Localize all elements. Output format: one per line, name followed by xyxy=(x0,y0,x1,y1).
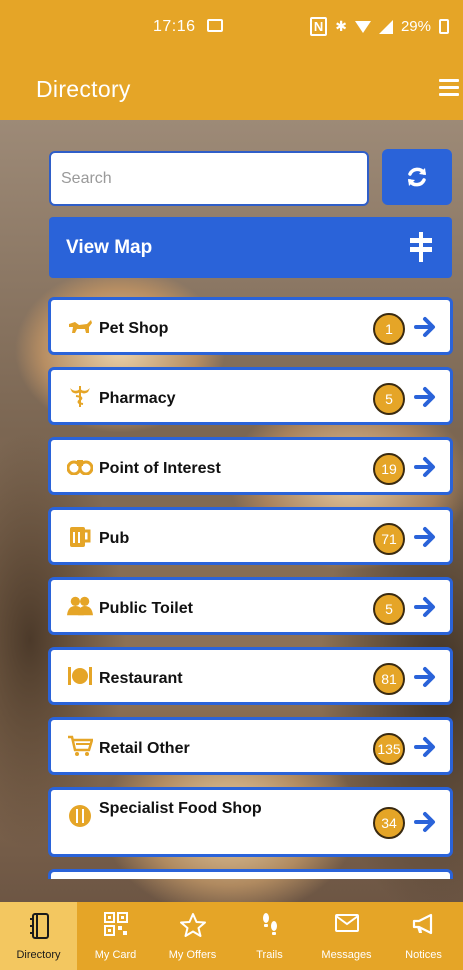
footprints-icon xyxy=(262,913,277,935)
list-item[interactable]: Pub 71 xyxy=(48,507,453,565)
count-badge: 34 xyxy=(373,807,405,839)
count-badge: 1 xyxy=(373,313,405,345)
arrow-right-icon[interactable] xyxy=(413,735,437,759)
arrow-right-icon[interactable] xyxy=(413,385,437,409)
view-map-button[interactable]: View Map xyxy=(49,217,452,278)
arrow-right-icon[interactable] xyxy=(413,315,437,339)
battery-percent: 29% xyxy=(400,18,431,35)
nav-item-trails[interactable]: Trails xyxy=(231,902,308,970)
list-item[interactable]: Point of Interest 19 xyxy=(48,437,453,495)
food-shop-icon xyxy=(67,804,93,828)
count-badge: 5 xyxy=(373,593,405,625)
plate-cutlery-icon xyxy=(67,664,93,688)
count-badge: 19 xyxy=(373,453,405,485)
nav-label: My Card xyxy=(94,949,137,961)
arrow-right-icon[interactable] xyxy=(413,595,437,619)
battery-icon xyxy=(439,19,449,34)
arrow-right-icon[interactable] xyxy=(413,665,437,689)
count-badge: 135 xyxy=(373,733,405,765)
envelope-icon xyxy=(334,914,359,932)
arrow-right-icon[interactable] xyxy=(413,455,437,479)
wifi-icon xyxy=(354,20,371,33)
megaphone-icon xyxy=(412,913,432,935)
item-label: Pub xyxy=(99,530,130,547)
bottom-navigation: Directory My Card My Offers Trails Messa… xyxy=(0,902,463,970)
count-badge: 5 xyxy=(373,383,405,415)
item-label: Pet Shop xyxy=(99,320,169,337)
shopping-cart-icon xyxy=(67,734,93,758)
search-input[interactable] xyxy=(49,151,369,206)
dog-icon xyxy=(67,314,93,338)
signal-icon xyxy=(378,19,393,34)
nav-label: Directory xyxy=(16,949,61,961)
nav-label: Trails xyxy=(256,949,283,961)
list-item[interactable]: Pharmacy 5 xyxy=(48,367,453,425)
list-item[interactable]: Retail Other 135 xyxy=(48,717,453,775)
list-item[interactable]: Specialist Food Shop 34 xyxy=(48,787,453,857)
list-item[interactable]: Restaurant 81 xyxy=(48,647,453,705)
notification-icon xyxy=(207,19,223,32)
nav-item-directory[interactable]: Directory xyxy=(0,902,77,970)
nav-label: My Offers xyxy=(168,949,217,961)
item-label: Point of Interest xyxy=(99,460,221,477)
item-label: Public Toilet xyxy=(99,600,193,617)
refresh-icon xyxy=(408,167,426,187)
qr-code-icon xyxy=(103,912,128,936)
status-time: 17:16 xyxy=(153,18,196,35)
beer-mug-icon xyxy=(67,524,93,548)
list-item[interactable]: Public Toilet 5 xyxy=(48,577,453,635)
nfc-icon: N xyxy=(309,17,328,36)
item-label: Specialist Food Shop xyxy=(99,800,262,817)
nav-label: Messages xyxy=(321,949,372,961)
binoculars-icon xyxy=(67,454,93,478)
arrow-right-icon[interactable] xyxy=(413,810,437,834)
count-badge: 71 xyxy=(373,523,405,555)
nav-item-messages[interactable]: Messages xyxy=(308,902,385,970)
item-label: Restaurant xyxy=(99,670,183,687)
people-icon xyxy=(67,594,93,618)
star-icon xyxy=(179,913,206,937)
app-bar: Directory xyxy=(0,52,463,120)
nav-label: Notices xyxy=(405,949,442,961)
refresh-button[interactable] xyxy=(382,149,452,205)
count-badge: 81 xyxy=(373,663,405,695)
menu-icon[interactable] xyxy=(439,79,459,97)
status-icons: N ✱ 29% xyxy=(309,17,449,36)
caduceus-icon xyxy=(67,384,93,408)
list-item[interactable]: Pet Shop 1 xyxy=(48,297,453,355)
bluetooth-icon: ✱ xyxy=(335,18,347,34)
arrow-right-icon[interactable] xyxy=(413,525,437,549)
item-label: Pharmacy xyxy=(99,390,176,407)
signpost-icon xyxy=(410,232,432,262)
status-bar: 17:16 N ✱ 29% xyxy=(0,0,463,52)
directory-book-icon xyxy=(29,913,49,939)
nav-item-notices[interactable]: Notices xyxy=(385,902,462,970)
item-label: Retail Other xyxy=(99,740,190,757)
list-item[interactable] xyxy=(48,869,453,879)
nav-item-my-card[interactable]: My Card xyxy=(77,902,154,970)
page-title: Directory xyxy=(36,76,131,102)
nav-item-my-offers[interactable]: My Offers xyxy=(154,902,231,970)
view-map-label: View Map xyxy=(66,237,153,258)
